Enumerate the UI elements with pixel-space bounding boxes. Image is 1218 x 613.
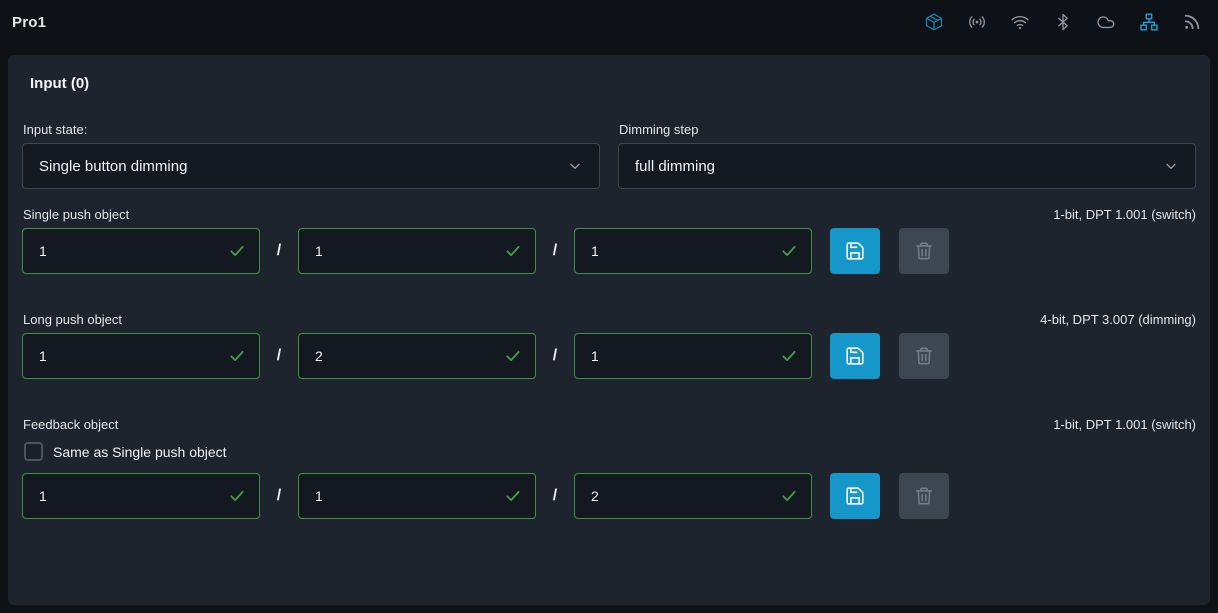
address-separator: /	[536, 487, 574, 505]
same-as-single-push-checkbox[interactable]	[24, 442, 43, 461]
address-separator: /	[260, 242, 298, 260]
chevron-down-icon	[1163, 158, 1179, 174]
single-push-main-input[interactable]	[23, 243, 228, 259]
address-separator: /	[536, 347, 574, 365]
valid-check-icon	[504, 347, 522, 365]
same-as-single-push-row: Same as Single push object	[24, 442, 1196, 461]
long-push-section: Long push object 4-bit, DPT 3.007 (dimmi…	[22, 312, 1196, 379]
trash-icon	[913, 485, 935, 507]
broadcast-icon[interactable]	[967, 12, 987, 32]
dimming-step-label: Dimming step	[619, 122, 1196, 137]
long-push-main-input[interactable]	[23, 348, 228, 364]
dimming-step-select[interactable]: full dimming	[618, 143, 1196, 189]
device-title: Pro1	[12, 14, 46, 31]
group-address-field	[574, 473, 812, 519]
same-as-single-push-label: Same as Single push object	[53, 444, 227, 460]
panel-title: Input (0)	[30, 75, 1196, 92]
wifi-icon[interactable]	[1010, 12, 1030, 32]
valid-check-icon	[504, 487, 522, 505]
input-state-label: Input state:	[23, 122, 600, 137]
input-state-value: Single button dimming	[39, 158, 187, 175]
rss-icon[interactable]	[1182, 12, 1202, 32]
group-address-field	[22, 473, 260, 519]
delete-button[interactable]	[899, 473, 949, 519]
trash-icon	[913, 240, 935, 262]
single-push-middle-input[interactable]	[299, 243, 504, 259]
valid-check-icon	[228, 347, 246, 365]
bluetooth-icon[interactable]	[1053, 12, 1073, 32]
group-address-field	[22, 333, 260, 379]
status-icons	[924, 12, 1202, 32]
group-address-field	[22, 228, 260, 274]
chevron-down-icon	[567, 158, 583, 174]
long-push-sub-input[interactable]	[575, 348, 780, 364]
feedback-section: Feedback object 1-bit, DPT 1.001 (switch…	[22, 417, 1196, 519]
single-push-section: Single push object 1-bit, DPT 1.001 (swi…	[22, 207, 1196, 274]
save-button[interactable]	[830, 333, 880, 379]
single-push-sub-input[interactable]	[575, 243, 780, 259]
long-push-middle-input[interactable]	[299, 348, 504, 364]
input-state-select[interactable]: Single button dimming	[22, 143, 600, 189]
valid-check-icon	[780, 487, 798, 505]
save-button[interactable]	[830, 228, 880, 274]
feedback-label: Feedback object	[23, 417, 118, 432]
group-address-field	[574, 228, 812, 274]
input-config-panel: Input (0) Input state: Single button dim…	[8, 55, 1210, 605]
address-separator: /	[260, 487, 298, 505]
valid-check-icon	[780, 242, 798, 260]
feedback-main-input[interactable]	[23, 488, 228, 504]
group-address-field	[298, 333, 536, 379]
valid-check-icon	[504, 242, 522, 260]
long-push-dpt: 4-bit, DPT 3.007 (dimming)	[1040, 312, 1196, 327]
single-push-label: Single push object	[23, 207, 129, 222]
group-address-field	[574, 333, 812, 379]
feedback-sub-input[interactable]	[575, 488, 780, 504]
delete-button[interactable]	[899, 333, 949, 379]
dimming-step-value: full dimming	[635, 158, 715, 175]
valid-check-icon	[780, 347, 798, 365]
topbar: Pro1	[0, 0, 1218, 44]
save-icon	[844, 240, 866, 262]
cloud-icon[interactable]	[1096, 12, 1116, 32]
group-address-field	[298, 473, 536, 519]
valid-check-icon	[228, 242, 246, 260]
save-icon	[844, 485, 866, 507]
save-icon	[844, 345, 866, 367]
save-button[interactable]	[830, 473, 880, 519]
address-separator: /	[260, 347, 298, 365]
valid-check-icon	[228, 487, 246, 505]
single-push-dpt: 1-bit, DPT 1.001 (switch)	[1053, 207, 1196, 222]
network-icon[interactable]	[1139, 12, 1159, 32]
group-address-field	[298, 228, 536, 274]
delete-button[interactable]	[899, 228, 949, 274]
feedback-middle-input[interactable]	[299, 488, 504, 504]
feedback-dpt: 1-bit, DPT 1.001 (switch)	[1053, 417, 1196, 432]
address-separator: /	[536, 242, 574, 260]
trash-icon	[913, 345, 935, 367]
cube-3d-icon[interactable]	[924, 12, 944, 32]
long-push-label: Long push object	[23, 312, 122, 327]
